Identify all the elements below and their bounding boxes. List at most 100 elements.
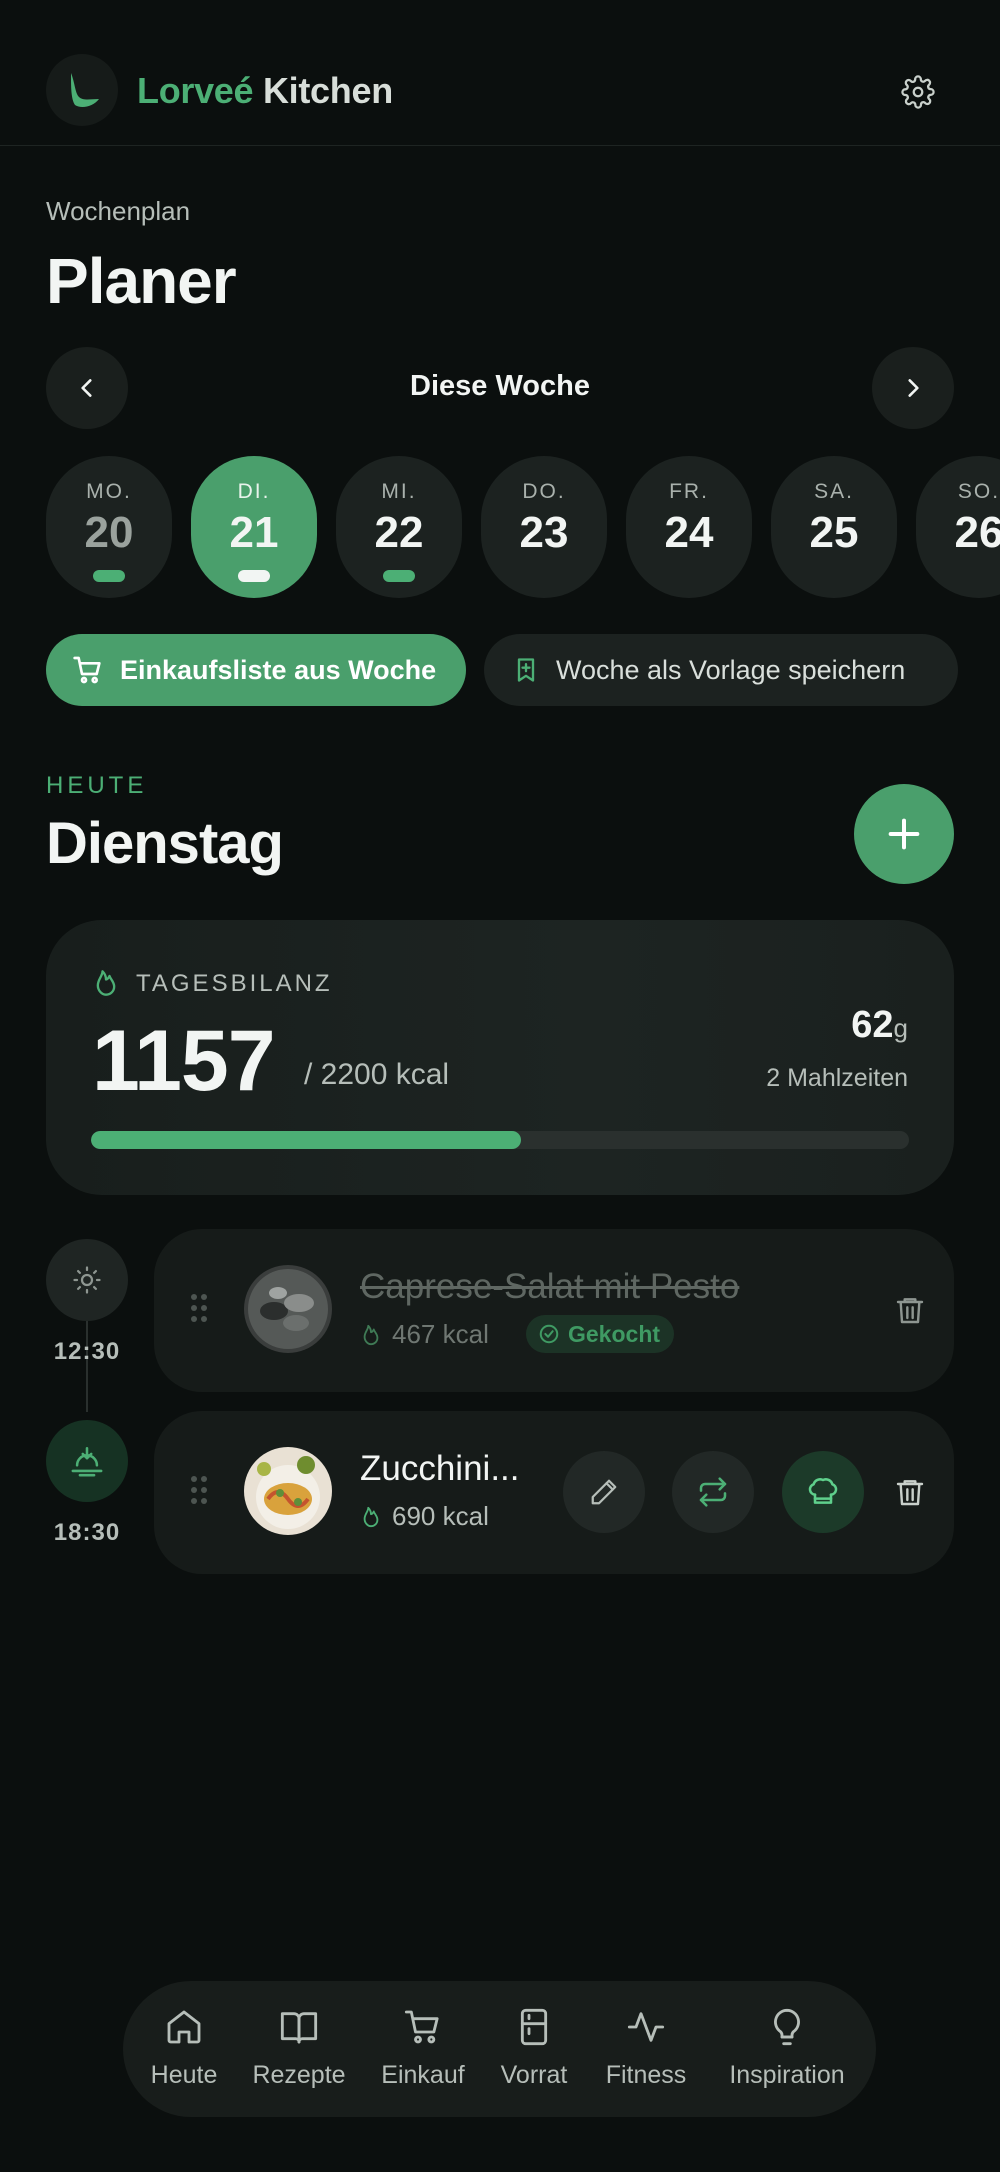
- meal-card[interactable]: Caprese-Salat mit Pesto 467 kcal Gekocht: [154, 1229, 954, 1392]
- day-meal-indicator: [383, 570, 415, 582]
- time-slot-dinner: [46, 1420, 128, 1502]
- meal-kcal-value: 467 kcal: [392, 1319, 489, 1349]
- nav-label: Heute: [150, 2061, 218, 2089]
- meal-kcal: 690 kcal: [360, 1501, 489, 1532]
- day-name: DO.: [522, 480, 566, 503]
- next-week-button[interactable]: [872, 347, 954, 429]
- day-number: 26: [954, 508, 1000, 557]
- meal-name: Caprese-Salat mit Pesto: [360, 1267, 740, 1306]
- nav-item-fitness[interactable]: Fitness: [603, 2007, 689, 2090]
- trash-icon: [896, 1480, 924, 1506]
- nav-label: Vorrat: [500, 2061, 568, 2089]
- status-badge: Gekocht: [526, 1315, 675, 1353]
- status-badge-label: Gekocht: [568, 1320, 661, 1347]
- day-chip-di[interactable]: DI. 21: [191, 456, 317, 598]
- sun-icon: [73, 1266, 101, 1294]
- activity-icon: [603, 2007, 689, 2049]
- bookmark-plus-icon: [512, 656, 540, 684]
- bottom-navigation: Heute Rezepte Einkauf Vorrat Fitness Ins…: [123, 1981, 876, 2117]
- settings-button[interactable]: [896, 70, 940, 114]
- trash-icon: [896, 1298, 924, 1324]
- day-name: SA.: [814, 480, 854, 503]
- nav-label: Rezepte: [252, 2061, 346, 2089]
- drag-handle-icon[interactable]: [190, 1475, 208, 1510]
- sunset-icon: [71, 1446, 103, 1477]
- swap-meal-button[interactable]: [672, 1451, 754, 1533]
- nav-item-rezepte[interactable]: Rezepte: [251, 2007, 347, 2090]
- day-chip-fr[interactable]: FR. 24: [626, 456, 752, 598]
- lightbulb-icon: [723, 2007, 851, 2049]
- delete-meal-button[interactable]: [894, 1293, 926, 1332]
- kcal-progress-bar: [91, 1131, 909, 1149]
- day-title: Dienstag: [46, 811, 284, 876]
- day-chip-do[interactable]: DO. 23: [481, 456, 607, 598]
- nav-item-vorrat[interactable]: Vorrat: [491, 2007, 577, 2090]
- summary-label: TAGESBILANZ: [136, 970, 333, 997]
- kcal-consumed: 1157: [92, 1013, 276, 1109]
- meal-card[interactable]: Zucchini... 690 kcal: [154, 1411, 954, 1574]
- save-template-label: Woche als Vorlage speichern: [556, 654, 906, 685]
- drag-handle-icon[interactable]: [190, 1293, 208, 1328]
- page-title: Planer: [46, 245, 237, 317]
- chef-hat-icon: [808, 1478, 838, 1504]
- week-label: Diese Woche: [410, 370, 590, 402]
- add-meal-button[interactable]: [854, 784, 954, 884]
- flame-icon: [92, 968, 120, 1003]
- nav-label: Inspiration: [729, 2061, 845, 2089]
- nav-item-heute[interactable]: Heute: [148, 2007, 220, 2090]
- time-slot-lunch: [46, 1239, 128, 1321]
- day-name: MO.: [86, 480, 132, 503]
- day-number: 21: [229, 508, 279, 557]
- day-number: 23: [519, 508, 569, 557]
- meal-time: 12:30: [53, 1338, 121, 1365]
- cook-meal-button[interactable]: [782, 1451, 864, 1533]
- logo: [46, 54, 118, 126]
- protein-number: 62: [851, 1004, 894, 1046]
- pencil-icon: [591, 1479, 617, 1505]
- day-name: FR.: [669, 480, 709, 503]
- app-title-brand: Lorveé: [137, 70, 254, 111]
- day-name: MI.: [381, 480, 417, 503]
- page-eyebrow: Wochenplan: [46, 196, 191, 226]
- edit-meal-button[interactable]: [563, 1451, 645, 1533]
- nav-label: Einkauf: [381, 2061, 465, 2089]
- nav-label: Fitness: [605, 2061, 687, 2089]
- shopping-list-from-week-button[interactable]: Einkaufsliste aus Woche: [46, 634, 466, 706]
- meal-thumbnail: [244, 1265, 332, 1353]
- prev-week-button[interactable]: [46, 347, 128, 429]
- day-chip-so[interactable]: SO. 26: [916, 456, 1000, 598]
- day-number: 24: [664, 508, 714, 557]
- app-title-rest: Kitchen: [253, 70, 393, 111]
- day-chip-mo[interactable]: MO. 20: [46, 456, 172, 598]
- delete-meal-button[interactable]: [894, 1475, 926, 1514]
- day-chip-mi[interactable]: MI. 22: [336, 456, 462, 598]
- save-week-template-button[interactable]: Woche als Vorlage speichern: [484, 634, 958, 706]
- cart-icon: [377, 2007, 469, 2049]
- nav-item-inspiration[interactable]: Inspiration: [723, 2007, 851, 2090]
- app-header: Lorveé Kitchen: [0, 0, 1000, 146]
- shopping-list-label: Einkaufsliste aus Woche: [120, 654, 437, 685]
- nav-item-einkauf[interactable]: Einkauf: [377, 2007, 469, 2090]
- home-icon: [148, 2007, 220, 2049]
- meal-count: 2 Mahlzeiten: [766, 1064, 908, 1092]
- day-number: 20: [84, 508, 134, 557]
- day-number: 22: [374, 508, 424, 557]
- leaf-logo-icon: [71, 73, 99, 107]
- kcal-progress-fill: [91, 1131, 522, 1149]
- day-meal-indicator: [93, 570, 125, 582]
- check-circle-icon: [538, 1323, 560, 1345]
- today-label: HEUTE: [46, 772, 148, 799]
- day-number: 25: [809, 508, 859, 557]
- day-name: SO.: [957, 480, 1000, 503]
- day-chip-sa[interactable]: SA. 25: [771, 456, 897, 598]
- chevron-left-icon: [81, 379, 92, 397]
- book-icon: [251, 2007, 347, 2049]
- fridge-icon: [491, 2007, 577, 2049]
- protein-value: 62g: [851, 1004, 908, 1047]
- flame-icon: [360, 1323, 382, 1347]
- plus-icon: [888, 818, 920, 850]
- meal-time: 18:30: [53, 1519, 121, 1546]
- protein-unit: g: [893, 1013, 908, 1043]
- swap-icon: [699, 1477, 727, 1507]
- chevron-right-icon: [908, 379, 919, 397]
